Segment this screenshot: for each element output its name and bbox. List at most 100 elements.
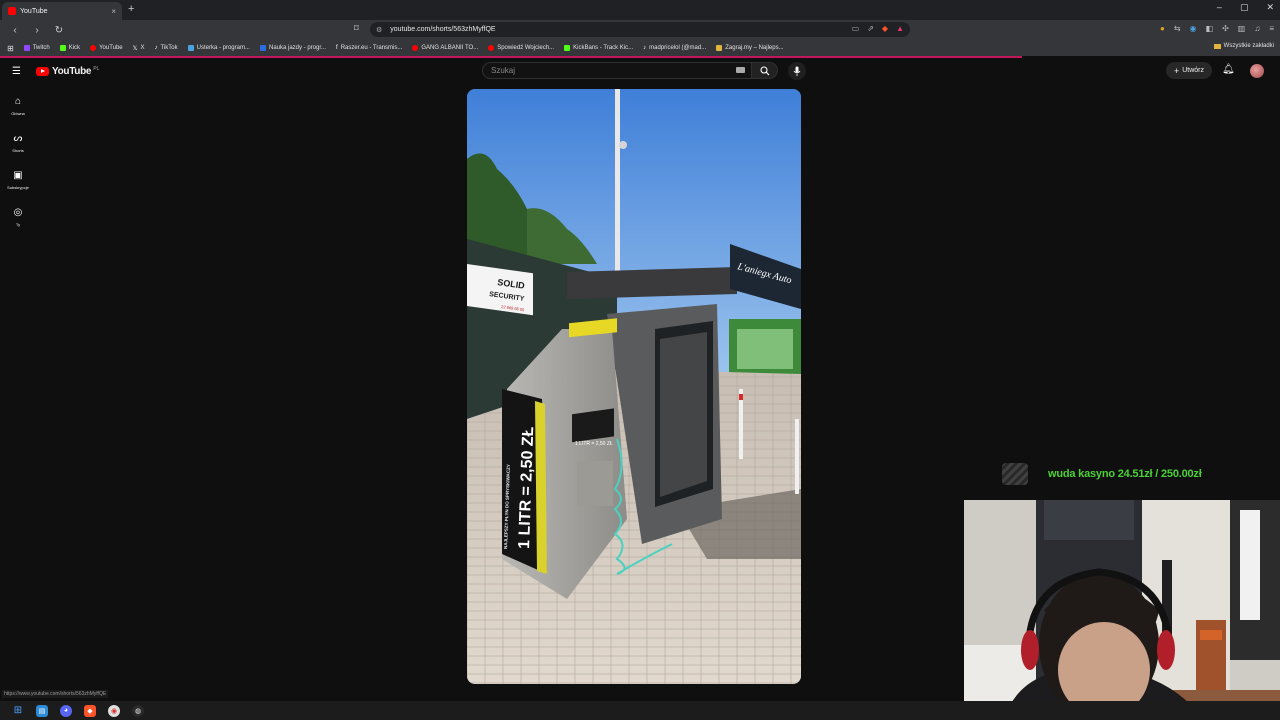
maximize-button[interactable]: ▢ <box>1240 2 1249 13</box>
bookmark-raszer[interactable]: f Raszer.eu - Transmis... <box>336 45 402 51</box>
menu-icon[interactable]: ≡ <box>1269 24 1274 33</box>
obs-icon[interactable]: ◍ <box>132 704 144 717</box>
youtube-icon <box>488 45 495 51</box>
address-url: youtube.com/shorts/563zhMyffQE <box>390 26 496 33</box>
rail-label: Ty <box>15 222 21 227</box>
bookmark-youtube[interactable]: YouTube <box>90 45 123 51</box>
windows-start-icon[interactable]: ⊞ <box>12 705 24 717</box>
browser-tabstrip: YouTube × + – ▢ ✕ <box>0 0 1280 20</box>
bookmark-page-icon[interactable]: ⌑ <box>354 23 359 34</box>
tiktok-icon: ♪ <box>154 45 158 51</box>
back-icon[interactable]: ‹ <box>8 25 22 36</box>
notifications-bell-icon[interactable]: 🔔︎ <box>1222 64 1235 75</box>
media-icon[interactable]: ♫ <box>1254 24 1260 33</box>
share-icon[interactable]: ⇗ <box>867 24 874 33</box>
rail-item-home[interactable]: ⌂ Główna <box>0 96 36 116</box>
bookmark-tiktok[interactable]: ♪ TikTok <box>155 45 178 51</box>
bookmark-gang-albanii[interactable]: GANG ALBANII TO... <box>412 45 478 51</box>
machine-label <box>572 408 614 443</box>
bookmark-label: Zagraj.my – Najleps... <box>725 45 784 51</box>
bollard <box>795 419 799 494</box>
tab-title: YouTube <box>20 7 48 15</box>
site-info-icon[interactable]: ⚙ <box>376 26 382 34</box>
close-window-button[interactable]: ✕ <box>1266 2 1274 13</box>
brave-browser-icon[interactable]: ◆ <box>84 704 96 717</box>
rail-item-shorts[interactable]: ᔕ Shorts <box>0 133 36 153</box>
country-code: PL <box>93 65 100 72</box>
discord-icon[interactable]: ◕ <box>60 704 72 717</box>
bookmark-kickbans[interactable]: KickBans - Track Kic... <box>564 45 633 51</box>
address-bar[interactable]: ⚙ youtube.com/shorts/563zhMyffQE ▭ ⇗ ◆ ▲ <box>370 22 910 37</box>
raszer-icon: f <box>336 45 338 51</box>
all-bookmarks-folder[interactable]: Wszystkie zakładki <box>1213 43 1274 49</box>
bookmark-label: X <box>140 45 145 51</box>
puzzle-icon[interactable]: ✣ <box>1222 24 1229 33</box>
bookmarks-bar: ⊞ Twitch Kick YouTube 𝕏X ♪ TikTok Usterka… <box>0 40 1280 56</box>
you-icon: ◎ <box>13 207 23 218</box>
microphone-icon <box>793 66 801 76</box>
bookmark-label: Twitch <box>32 45 50 51</box>
bookmark-twitch[interactable]: Twitch <box>23 45 50 51</box>
rail-label: Główna <box>11 111 25 116</box>
avatar[interactable] <box>1250 64 1264 78</box>
bookmark-madpricelol[interactable]: ♪ madpricelol (@mad... <box>643 45 706 51</box>
tab-close-icon[interactable]: × <box>111 7 116 16</box>
bookmark-label: madpricelol (@mad... <box>649 45 707 51</box>
forward-icon[interactable]: › <box>30 25 44 36</box>
install-app-icon[interactable]: ▭ <box>852 24 860 33</box>
youtube-logo[interactable]: YouTube PL <box>36 66 99 77</box>
hamburger-menu-icon[interactable]: ☰ <box>12 66 21 77</box>
bookmark-label: TikTok <box>160 45 178 51</box>
chrome-icon[interactable]: ◉ <box>108 704 120 717</box>
rail-item-subscriptions[interactable]: ▣ Subskrypcje <box>0 170 36 190</box>
machine-label-text: 1 LITR = 2,50 ZŁ <box>575 441 613 447</box>
twitch-icon <box>23 45 30 51</box>
shorts-video-player[interactable]: L'aniegx Auto SOLID SECURITY 22 669 66 0… <box>467 89 801 684</box>
status-bar-url: https://www.youtube.com/shorts/563zhMyff… <box>2 690 109 698</box>
extensions-area: ● ⇆ ◉ ◧ ✣ ▥ ♫ ≡ <box>1160 24 1274 33</box>
goal-progress-icon <box>1002 463 1028 485</box>
tab-youtube[interactable]: YouTube × <box>2 2 122 20</box>
sidebar-icon[interactable]: ▥ <box>1238 24 1246 33</box>
rail-item-you[interactable]: ◎ Ty <box>0 207 36 227</box>
new-tab-button[interactable]: + <box>128 3 134 15</box>
folder-icon <box>1213 43 1221 49</box>
usterka-icon <box>187 45 194 51</box>
nauka-jazdy-icon <box>259 45 266 51</box>
apps-grid-icon[interactable]: ⊞ <box>7 44 14 53</box>
brave-shields-icon[interactable]: ◆ <box>882 24 888 33</box>
rail-label: Shorts <box>12 148 24 153</box>
youtube-icon <box>412 45 419 51</box>
donation-goal-text: wuda kasyno 24.51zł / 250.00zł <box>1048 468 1202 480</box>
bookmark-label: Kick <box>68 45 81 51</box>
donation-goal-widget: wuda kasyno 24.51zł / 250.00zł <box>1002 461 1232 487</box>
brave-rewards-icon[interactable]: ▲ <box>896 24 904 33</box>
minimize-button[interactable]: – <box>1217 2 1222 13</box>
logo-wordmark: YouTube <box>52 66 92 77</box>
bookmark-spowiedz[interactable]: Spowiedź Wojciech... <box>488 45 554 51</box>
voice-search-button[interactable] <box>788 62 806 80</box>
kickbans-icon <box>564 45 571 51</box>
keyboard-icon[interactable] <box>736 67 745 73</box>
bookmark-nauka-jazdy[interactable]: Nauka jazdy - progr... <box>259 45 326 51</box>
x-icon: 𝕏 <box>132 46 138 52</box>
bookmark-x[interactable]: 𝕏X <box>132 45 145 52</box>
rail-label: Subskrypcje <box>7 185 29 190</box>
wallet-icon[interactable]: ● <box>1160 24 1165 33</box>
file-explorer-icon[interactable]: ▤ <box>36 704 48 717</box>
extension-icon-2[interactable]: ◧ <box>1206 24 1214 33</box>
search-placeholder: Szukaj <box>491 66 516 75</box>
extension-icon-1[interactable]: ◉ <box>1190 24 1197 33</box>
kick-icon <box>59 45 66 51</box>
bookmark-zagraj[interactable]: Zagraj.my – Najleps... <box>716 45 784 51</box>
search-input[interactable]: Szukaj <box>482 62 752 79</box>
bookmark-label: Usterka - program... <box>196 45 250 51</box>
reload-icon[interactable]: ↻ <box>52 25 66 36</box>
search-button[interactable] <box>752 62 778 79</box>
bookmark-usterka[interactable]: Usterka - program... <box>187 45 250 51</box>
subscriptions-icon: ▣ <box>13 170 23 181</box>
zagraj-icon <box>716 45 723 51</box>
vpn-icon[interactable]: ⇆ <box>1174 24 1181 33</box>
bookmark-kick[interactable]: Kick <box>59 45 81 51</box>
create-button[interactable]: + Utwórz <box>1166 62 1212 79</box>
